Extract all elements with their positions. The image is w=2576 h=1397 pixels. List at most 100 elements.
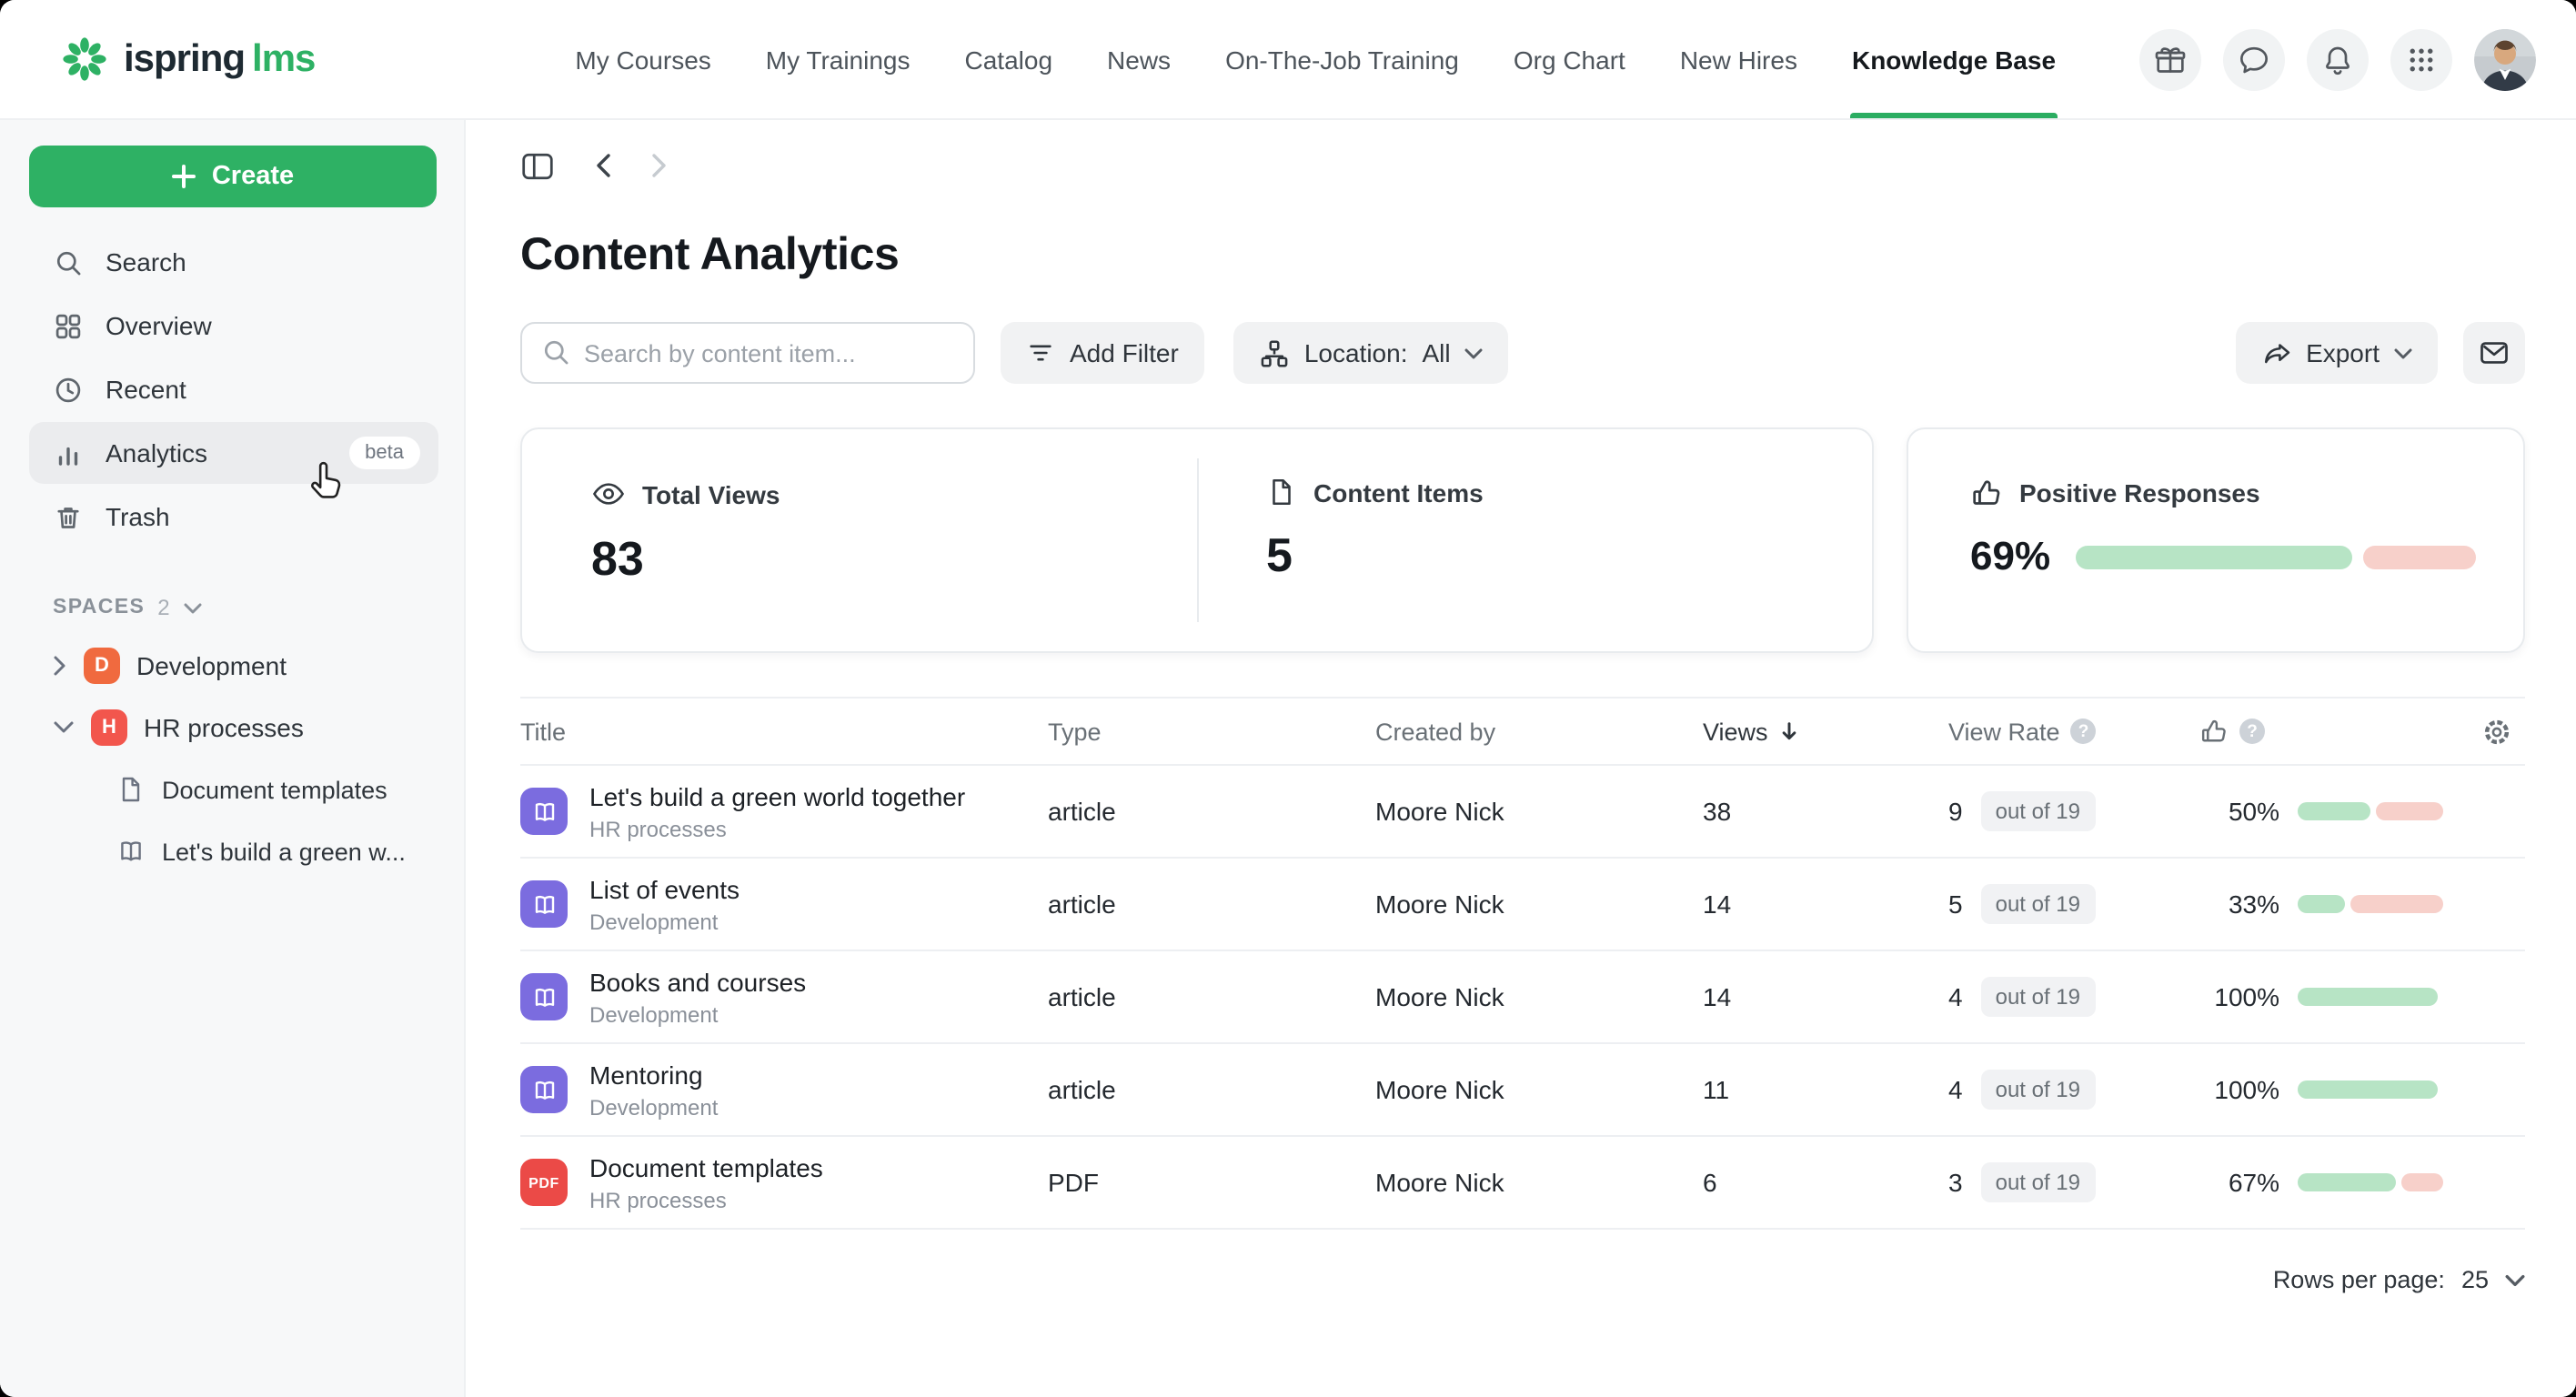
- table-row[interactable]: Mentoring Development article Moore Nick…: [520, 1044, 2525, 1137]
- space-child-document-templates[interactable]: Document templates: [0, 759, 464, 820]
- content-item-cell: Books and courses Development: [520, 967, 1048, 1027]
- col-type: Type: [1048, 718, 1375, 745]
- sidebar: Create Search Overview Recent Analytics …: [0, 120, 466, 1397]
- nav-catalog[interactable]: Catalog: [938, 0, 1081, 118]
- chevron-down-icon: [2394, 347, 2412, 359]
- screen: ispringlms My Courses My Trainings Catal…: [0, 0, 2576, 1397]
- create-button[interactable]: Create: [29, 146, 437, 207]
- article-icon: [520, 880, 568, 928]
- created-by-cell: Moore Nick: [1375, 797, 1703, 826]
- notifications-button[interactable]: [2307, 28, 2369, 90]
- content-item-space: Development: [589, 909, 740, 934]
- views-cell: 38: [1703, 797, 1948, 826]
- positive-responses-bar: [2076, 545, 2476, 568]
- nav-knowledge-base[interactable]: Knowledge Base: [1825, 0, 2083, 118]
- type-cell: PDF: [1048, 1168, 1375, 1197]
- type-cell: article: [1048, 889, 1375, 919]
- content-item-title[interactable]: Let's build a green world together: [589, 781, 965, 810]
- apps-grid-icon: [2405, 43, 2438, 75]
- type-cell: article: [1048, 982, 1375, 1011]
- apps-button[interactable]: [2390, 28, 2452, 90]
- table-row[interactable]: PDF Document templates HR processes PDF …: [520, 1137, 2525, 1230]
- table-row[interactable]: Books and courses Development article Mo…: [520, 951, 2525, 1044]
- chevron-down-icon[interactable]: [53, 720, 75, 735]
- location-filter-dropdown[interactable]: Location: All: [1233, 322, 1509, 384]
- content-items-value: 5: [1266, 528, 1872, 584]
- nav-my-trainings[interactable]: My Trainings: [739, 0, 938, 118]
- book-icon: [116, 837, 146, 866]
- beta-badge: beta: [348, 437, 420, 469]
- view-rate-value: 4: [1948, 982, 1963, 1011]
- gift-button[interactable]: [2139, 28, 2201, 90]
- nav-new-hires[interactable]: New Hires: [1653, 0, 1825, 118]
- spaces-count: 2: [157, 595, 171, 620]
- sidebar-item-recent[interactable]: Recent: [29, 358, 438, 420]
- search-input[interactable]: [520, 322, 975, 384]
- email-report-button[interactable]: [2463, 322, 2525, 384]
- table-row[interactable]: Let's build a green world together HR pr…: [520, 766, 2525, 859]
- like-percent: 33%: [2199, 889, 2279, 919]
- views-cell: 11: [1703, 1075, 1948, 1104]
- nav-on-the-job-training[interactable]: On-The-Job Training: [1198, 0, 1486, 118]
- view-rate-total-pill: out of 19: [1981, 977, 2095, 1017]
- space-child-lets-build[interactable]: Let's build a green w...: [0, 820, 464, 882]
- col-title: Title: [520, 718, 1048, 745]
- chevron-down-icon: [1465, 347, 1484, 359]
- space-avatar-development: D: [84, 648, 120, 684]
- content-item-title[interactable]: Mentoring: [589, 1060, 718, 1089]
- table-row[interactable]: List of events Development article Moore…: [520, 859, 2525, 951]
- app-window: ispringlms My Courses My Trainings Catal…: [0, 0, 2576, 1397]
- view-rate-total-pill: out of 19: [1981, 1162, 2095, 1202]
- space-hr-processes[interactable]: H HR processes: [0, 697, 464, 759]
- location-tree-icon: [1259, 337, 1290, 368]
- forward-button[interactable]: [651, 153, 668, 178]
- nav-news[interactable]: News: [1080, 0, 1198, 118]
- created-by-cell: Moore Nick: [1375, 1168, 1703, 1197]
- stat-label: Total Views: [642, 479, 780, 508]
- likes-help-icon[interactable]: ?: [2239, 719, 2265, 744]
- nav-my-courses[interactable]: My Courses: [548, 0, 738, 118]
- likes-cell: 100%: [2199, 982, 2481, 1011]
- view-rate-total-pill: out of 19: [1981, 791, 2095, 831]
- sidebar-item-trash[interactable]: Trash: [29, 486, 438, 548]
- messages-button[interactable]: [2223, 28, 2285, 90]
- content-item-title[interactable]: Books and courses: [589, 967, 806, 996]
- rows-per-page-label: Rows per page:: [2273, 1266, 2445, 1293]
- view-rate-cell: 5 out of 19: [1948, 884, 2199, 924]
- created-by-cell: Moore Nick: [1375, 982, 1703, 1011]
- export-share-icon: [2260, 337, 2291, 368]
- table-settings-button[interactable]: [2481, 716, 2525, 747]
- rows-per-page-value: 25: [2461, 1266, 2489, 1293]
- chevron-right-icon[interactable]: [53, 655, 67, 677]
- rows-per-page-control[interactable]: Rows per page: 25: [520, 1266, 2525, 1293]
- view-rate-help-icon[interactable]: ?: [2071, 719, 2097, 744]
- sidebar-item-overview[interactable]: Overview: [29, 295, 438, 357]
- export-button[interactable]: Export: [2235, 322, 2438, 384]
- nav-org-chart[interactable]: Org Chart: [1486, 0, 1653, 118]
- chevron-right-icon: [651, 153, 668, 178]
- toggle-sidebar-button[interactable]: [520, 150, 555, 181]
- bell-icon: [2319, 41, 2356, 77]
- sidebar-item-label: Overview: [106, 311, 212, 340]
- views-cell: 14: [1703, 889, 1948, 919]
- space-avatar-hr: H: [91, 709, 127, 746]
- stat-label: Content Items: [1313, 477, 1484, 507]
- sidebar-item-search[interactable]: Search: [29, 231, 438, 293]
- col-views-sort[interactable]: Views: [1703, 718, 1948, 745]
- spaces-section-header[interactable]: SPACES 2: [0, 595, 435, 620]
- total-views-stat: Total Views 83: [522, 429, 1197, 651]
- col-view-rate: View Rate ?: [1948, 718, 2199, 745]
- space-development[interactable]: D Development: [0, 635, 464, 697]
- likes-cell: 50%: [2199, 797, 2481, 826]
- user-avatar[interactable]: [2474, 28, 2536, 90]
- content-item-title[interactable]: Document templates: [589, 1152, 823, 1181]
- add-filter-button[interactable]: Add Filter: [1001, 322, 1204, 384]
- ispring-logo[interactable]: ispringlms: [60, 35, 315, 84]
- content-item-title[interactable]: List of events: [589, 874, 740, 903]
- sidebar-item-analytics[interactable]: Analytics beta: [29, 422, 438, 484]
- created-by-cell: Moore Nick: [1375, 1075, 1703, 1104]
- views-cell: 14: [1703, 982, 1948, 1011]
- main-content: Content Analytics Add Filter Location: A…: [466, 120, 2576, 1397]
- back-button[interactable]: [595, 153, 611, 178]
- table-header: Title Type Created by Views View Rate ?: [520, 697, 2525, 766]
